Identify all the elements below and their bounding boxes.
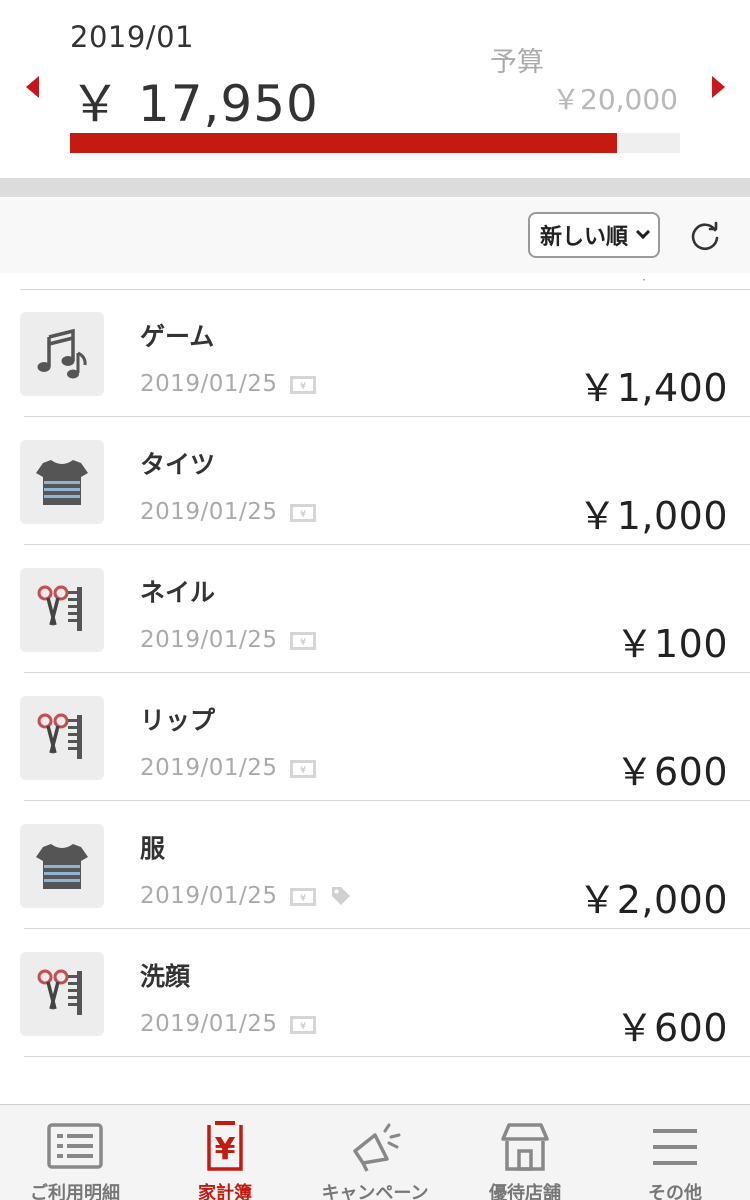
sort-select[interactable]: 新しい順 (528, 212, 660, 258)
svg-text:¥: ¥ (300, 1021, 306, 1032)
expense-item-amount: ￥600 (615, 750, 728, 794)
cash-payment-icon: ¥ (290, 376, 316, 394)
svg-text:¥: ¥ (215, 1132, 236, 1167)
budget-progress-bar (70, 133, 680, 153)
expense-item-date: 2019/01/25 (140, 755, 278, 781)
cash-payment-icon: ¥ (290, 632, 316, 650)
expense-item[interactable]: タイツ 2019/01/25 ¥ ￥1,000 (0, 417, 750, 545)
music-note-icon (20, 312, 104, 396)
expense-item-title: タイツ (140, 450, 216, 479)
svg-text:¥: ¥ (300, 509, 306, 520)
nav-label: 家計簿 (198, 1183, 252, 1200)
megaphone-icon (353, 1123, 401, 1172)
scissors-comb-icon (20, 696, 104, 780)
row-divider (24, 1056, 750, 1057)
refresh-icon[interactable] (688, 219, 722, 253)
chevron-down-icon (635, 224, 651, 240)
expense-item-amount: ￥600 (615, 1006, 728, 1050)
nav-item-megaphone[interactable]: キャンペーン (300, 1105, 450, 1200)
nav-label: キャンペーン (321, 1183, 429, 1200)
svg-text:¥: ¥ (300, 381, 306, 392)
svg-text:¥: ¥ (300, 637, 306, 648)
budget-header: 2019/01 ￥ 17,950 予算 ￥20,000 (0, 0, 750, 178)
expense-item-date: 2019/01/25 (140, 1011, 278, 1037)
scissors-comb-icon (20, 952, 104, 1036)
expense-item-title: ネイル (140, 578, 216, 607)
budget-label: 予算 (490, 47, 544, 78)
bottom-navigation: ご利用明細 ¥ 家計簿 キャンペーン 優待店舗 その他 (0, 1104, 750, 1200)
prev-month-arrow-icon[interactable] (26, 76, 39, 98)
expense-item-date: 2019/01/25 (140, 883, 278, 909)
nav-label: ご利用明細 (30, 1183, 120, 1200)
shirt-icon (20, 440, 104, 524)
expense-item[interactable]: ゲーム 2019/01/25 ¥ ￥1,400 (0, 289, 750, 417)
shirt-icon (20, 824, 104, 908)
expense-item[interactable]: 洗顔 2019/01/25 ¥ ￥600 (0, 929, 750, 1057)
sort-select-label: 新しい順 (539, 225, 628, 250)
yen-register-icon: ¥ (207, 1121, 243, 1171)
nav-item-shop[interactable]: 優待店舗 (450, 1105, 600, 1200)
expense-item-amount: ￥2,000 (578, 878, 728, 922)
svg-text:¥: ¥ (300, 765, 306, 776)
cash-payment-icon: ¥ (290, 1016, 316, 1034)
statement-list-icon (47, 1123, 103, 1169)
next-month-arrow-icon[interactable] (712, 76, 725, 98)
list-toolbar: 新しい順 (0, 197, 750, 273)
expense-item-date: 2019/01/25 (140, 499, 278, 525)
nav-label: その他 (648, 1183, 702, 1200)
expense-item-amount: ￥1,000 (578, 494, 728, 538)
current-month: 2019/01 (70, 20, 194, 54)
hamburger-icon (653, 1129, 697, 1165)
shop-icon (501, 1123, 549, 1171)
expense-item[interactable]: 服 2019/01/25 ¥ ￥2,000 (0, 801, 750, 929)
svg-text:¥: ¥ (300, 893, 306, 904)
tag-icon (332, 887, 350, 905)
nav-item-yen-register[interactable]: ¥ 家計簿 (150, 1105, 300, 1200)
expense-item-title: 洗顔 (140, 962, 191, 991)
section-divider (0, 178, 750, 197)
expense-item-title: ゲーム (140, 322, 215, 351)
nav-label: 優待店舗 (489, 1183, 561, 1200)
expense-item-date: 2019/01/25 (140, 371, 278, 397)
budget-progress-fill (70, 133, 618, 153)
budget-value: ￥20,000 (552, 83, 678, 116)
expense-item-title: 服 (140, 834, 166, 863)
expense-item-amount: ￥1,400 (578, 366, 728, 410)
expense-item-amount: ￥100 (615, 622, 728, 666)
expense-item-title: リップ (140, 706, 216, 735)
cash-payment-icon: ¥ (290, 760, 316, 778)
nav-item-hamburger[interactable]: その他 (600, 1105, 750, 1200)
expense-item[interactable]: リップ 2019/01/25 ¥ ￥600 (0, 673, 750, 801)
expense-item[interactable]: ネイル 2019/01/25 ¥ ￥100 (0, 545, 750, 673)
cash-payment-icon: ¥ (290, 888, 316, 906)
nav-item-statement-list[interactable]: ご利用明細 (0, 1105, 150, 1200)
cash-payment-icon: ¥ (290, 504, 316, 522)
spent-total: ￥ 17,950 (70, 75, 319, 133)
scissors-comb-icon (20, 568, 104, 652)
expense-item-date: 2019/01/25 (140, 627, 278, 653)
